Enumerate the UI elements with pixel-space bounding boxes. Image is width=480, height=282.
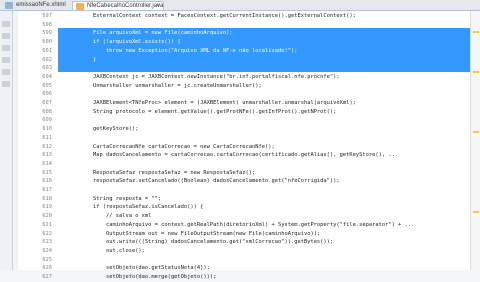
code-line[interactable]: File arquivoXml = new File(caminhoArquiv… <box>93 29 233 38</box>
occurrence-marker[interactable] <box>473 31 479 33</box>
line-number: 615 <box>42 169 52 176</box>
code-line[interactable]: ExternalContext context = FacesContext.g… <box>93 12 356 21</box>
minimized-view-icon[interactable] <box>2 57 10 63</box>
line-number: 621 <box>42 221 52 228</box>
line-number: 604 <box>42 73 52 80</box>
line-number: 606 <box>42 91 52 98</box>
code-line[interactable]: JAXBContext jc = JAXBContext.newInstance… <box>93 73 340 82</box>
code-line[interactable]: respostaSefaz.setCancelado((Boolean) dad… <box>93 177 340 186</box>
code-line[interactable]: RespostaSefaz respostaSefaz = new Respos… <box>93 169 255 178</box>
code-line[interactable]: throw new Exception("Arquivo XML da NF-e… <box>93 47 298 56</box>
occurrence-marker[interactable] <box>473 211 479 213</box>
line-number: 626 <box>42 265 52 272</box>
close-icon[interactable]: × <box>156 2 160 11</box>
tab-label: NfeCabecalhoController.java <box>87 3 164 9</box>
code-line[interactable]: setObjeto(dao.merge(getObjeto())); <box>93 273 216 282</box>
code-editor[interactable]: 597 ExternalContext context = FacesContex… <box>18 11 470 280</box>
code-line[interactable]: String resposta = ""; <box>93 195 161 204</box>
line-number: 609 <box>42 117 52 124</box>
minimized-view-icon[interactable] <box>2 33 10 39</box>
line-number: 616 <box>42 178 52 185</box>
line-number: 623 <box>42 239 52 246</box>
code-line[interactable]: String caminhoArquivo = context.getRealP… <box>93 21 424 30</box>
code-line[interactable]: // salva o xml <box>93 212 151 221</box>
minimized-view-icon[interactable] <box>2 81 10 87</box>
minimized-view-icon[interactable] <box>2 69 10 75</box>
line-number: 618 <box>42 195 52 202</box>
code-line[interactable]: CartaCorrecaoNfe cartaCorrecao = new Car… <box>93 143 275 152</box>
line-number: 608 <box>42 108 52 115</box>
code-line[interactable]: out.write(((String) dadosCancelamento.ge… <box>93 238 333 247</box>
line-number: 598 <box>42 21 52 28</box>
tab-emissao-nfe[interactable]: emissaoNFe.xhtml <box>2 1 68 10</box>
line-number: 603 <box>42 65 52 72</box>
code-line[interactable]: } <box>93 56 96 65</box>
tab-nfe-cabecalho-controller[interactable]: NfeCabecalhoController.java × <box>72 1 164 10</box>
line-number: 620 <box>42 213 52 220</box>
code-line[interactable]: out.close(); <box>93 247 145 256</box>
code-line[interactable]: OutputStream out = new FileOutputStream(… <box>93 230 320 239</box>
editor-tab-bar: emissaoNFe.xhtml NfeCabecalhoController.… <box>0 0 480 11</box>
line-number: 599 <box>42 30 52 37</box>
java-file-icon <box>76 3 84 10</box>
line-number: 612 <box>42 143 52 150</box>
code-line[interactable]: String protocolo = element.getValue().ge… <box>93 108 336 117</box>
line-number: 611 <box>42 134 52 141</box>
code-line[interactable]: if (respostaSefaz.isCancelado()) { <box>93 203 203 212</box>
line-number: 625 <box>42 256 52 263</box>
line-number: 617 <box>42 187 52 193</box>
line-number: 613 <box>42 152 52 159</box>
code-line[interactable]: setObjeto(dao.getStatusNota(4)); <box>93 264 210 273</box>
left-side-panel <box>0 11 13 270</box>
line-number: 610 <box>42 126 52 133</box>
minimized-view-icon[interactable] <box>2 21 10 27</box>
line-number: 602 <box>42 56 52 63</box>
line-number: 607 <box>42 100 52 106</box>
line-number: 601 <box>42 47 52 54</box>
xhtml-file-icon <box>5 2 13 9</box>
line-number: 597 <box>42 13 52 19</box>
line-number: 619 <box>42 204 52 211</box>
overview-ruler[interactable] <box>470 11 480 270</box>
line-number: 627 <box>42 274 52 280</box>
code-line[interactable]: caminhoArquivo = context.getRealPath(dir… <box>93 221 414 230</box>
line-number: 614 <box>42 160 52 167</box>
tab-label: emissaoNFe.xhtml <box>16 2 66 8</box>
minimized-view-icon[interactable] <box>2 45 10 51</box>
code-line[interactable]: getKeyStore(); <box>93 125 138 134</box>
line-number: 605 <box>42 82 52 89</box>
line-number: 600 <box>42 39 52 46</box>
line-number: 624 <box>42 247 52 254</box>
line-number: 622 <box>42 230 52 237</box>
code-line[interactable]: Map dadosCancelamento = cartaCorrecao.ca… <box>93 151 398 160</box>
occurrence-marker[interactable] <box>473 71 479 73</box>
code-line[interactable]: if (!arquivoXml.exists()) { <box>93 38 181 47</box>
occurrence-marker[interactable] <box>473 131 479 133</box>
code-line[interactable]: Unmarshaller unmarshaller = jc.createUnm… <box>93 82 262 91</box>
code-line[interactable]: JAXBElement<TNfeProc> element = (JAXBEle… <box>93 99 356 108</box>
